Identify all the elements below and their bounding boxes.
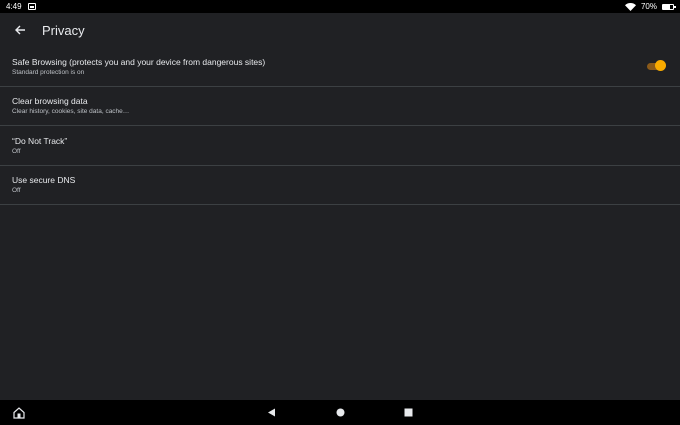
status-right: 70% [624, 2, 676, 11]
setting-summary: Off [12, 147, 21, 155]
back-button[interactable] [0, 13, 40, 47]
navigation-bar [0, 400, 680, 425]
nav-recents-button[interactable] [393, 400, 423, 425]
setting-clear-browsing-data[interactable]: Clear browsing data Clear history, cooki… [0, 87, 680, 126]
setting-title: Safe Browsing (protects you and your dev… [12, 56, 266, 67]
nav-home-button[interactable] [325, 400, 355, 425]
nav-back-button[interactable] [256, 400, 286, 425]
battery-icon [662, 3, 676, 10]
setting-title: “Do Not Track” [12, 135, 68, 146]
settings-list: Safe Browsing (protects you and your dev… [0, 47, 680, 205]
recents-square-icon [404, 408, 412, 417]
home-icon [13, 406, 25, 419]
status-time: 4:49 [6, 2, 22, 11]
screen: 4:49 70% Privacy Safe Browsing (protects… [0, 0, 680, 425]
setting-summary: Standard protection is on [12, 68, 85, 76]
home-circle-icon [336, 408, 344, 417]
setting-summary: Clear history, cookies, site data, cache… [12, 108, 130, 116]
battery-fill [663, 4, 670, 9]
toggle-thumb [655, 60, 666, 72]
wifi-icon [624, 2, 636, 11]
setting-safe-browsing[interactable]: Safe Browsing (protects you and your dev… [0, 47, 680, 87]
setting-title: Use secure DNS [12, 175, 76, 186]
arrow-back-icon [15, 25, 25, 35]
setting-title: Clear browsing data [12, 96, 88, 107]
page-title: Privacy [42, 22, 85, 38]
app-bar: Privacy [0, 13, 680, 47]
home-button[interactable] [4, 400, 34, 425]
image-notification-icon [27, 3, 36, 10]
back-triangle-icon [267, 408, 275, 417]
status-bar: 4:49 70% [0, 0, 680, 13]
setting-do-not-track[interactable]: “Do Not Track” Off [0, 126, 680, 166]
setting-summary: Off [12, 187, 21, 195]
setting-secure-dns[interactable]: Use secure DNS Off [0, 166, 680, 205]
safe-browsing-toggle[interactable] [647, 60, 666, 72]
battery-percent: 70% [640, 2, 657, 11]
